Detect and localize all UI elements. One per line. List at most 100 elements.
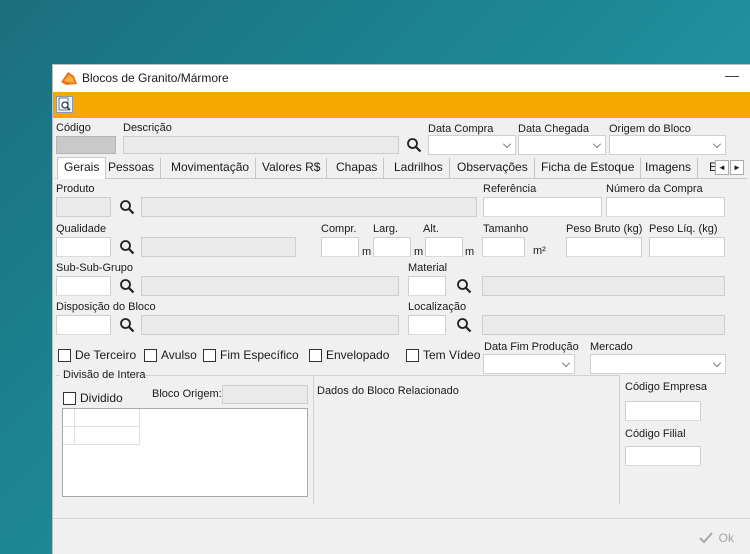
produto-code-field[interactable]: [56, 197, 111, 217]
document-search-icon[interactable]: [56, 96, 73, 113]
search-icon[interactable]: [119, 278, 135, 294]
data-fim-producao-label: Data Fim Produção: [484, 341, 579, 353]
data-chegada-label: Data Chegada: [518, 123, 589, 135]
group-border: [145, 375, 620, 376]
ok-label: Ok: [718, 531, 734, 545]
descricao-label: Descrição: [123, 122, 172, 134]
qualidade-label: Qualidade: [56, 223, 107, 235]
chevron-down-icon: [503, 140, 511, 148]
app-icon: [61, 72, 77, 85]
tamanho-label: Tamanho: [483, 223, 529, 235]
divisao-grid[interactable]: [62, 408, 308, 497]
search-icon[interactable]: [456, 278, 472, 294]
origem-select[interactable]: [609, 135, 726, 155]
envelopado-checkbox[interactable]: Envelopado: [309, 348, 389, 362]
bloco-origem-field[interactable]: [222, 385, 308, 404]
localizacao-desc-field[interactable]: [482, 315, 725, 335]
grid-row-line: [63, 444, 140, 445]
search-icon[interactable]: [456, 317, 472, 333]
tab-movimentacao[interactable]: Movimentação: [165, 158, 257, 178]
search-icon[interactable]: [119, 199, 135, 215]
tab-imagens[interactable]: Imagens: [639, 158, 699, 178]
numero-compra-field[interactable]: [606, 197, 725, 217]
checkbox-box[interactable]: [406, 348, 419, 362]
material-label: Material: [408, 262, 448, 274]
compr-field[interactable]: [321, 237, 359, 257]
tab-ficha-estoque[interactable]: Ficha de Estoque: [535, 158, 642, 178]
peso-liq-label: Peso Líq. (kg): [649, 223, 718, 235]
dados-bloco-label: Dados do Bloco Relacionado: [317, 385, 459, 397]
codigo-field[interactable]: [56, 136, 116, 154]
data-compra-picker[interactable]: [428, 135, 516, 155]
tem-video-checkbox[interactable]: Tem Vídeo: [406, 348, 480, 362]
minimize-button[interactable]: —: [725, 67, 739, 83]
larg-field[interactable]: [373, 237, 411, 257]
title-bar: Blocos de Granito/Mármore —: [53, 65, 750, 92]
mercado-select[interactable]: [590, 354, 726, 374]
descricao-field[interactable]: [123, 136, 399, 154]
fim-especifico-label: Fim Específico: [220, 348, 299, 362]
de-terceiro-label: De Terceiro: [75, 348, 137, 362]
dividido-checkbox[interactable]: Dividido: [63, 391, 123, 405]
search-icon[interactable]: [119, 317, 135, 333]
numero-compra-label: Número da Compra: [606, 183, 703, 195]
group-border: [619, 375, 620, 504]
localizacao-label: Localização: [408, 301, 467, 313]
checkbox-box[interactable]: [203, 348, 216, 362]
envelopado-label: Envelopado: [326, 348, 390, 362]
larg-label: Larg.: [373, 223, 399, 235]
codigo-filial-field[interactable]: [625, 446, 701, 466]
checkbox-box[interactable]: [63, 391, 76, 405]
qualidade-code-field[interactable]: [56, 237, 111, 257]
tamanho-unit: m²: [533, 245, 546, 257]
search-icon[interactable]: [406, 137, 422, 153]
subsubgrupo-desc-field[interactable]: [141, 276, 399, 296]
tab-observacoes[interactable]: Observações: [451, 158, 535, 178]
checkbox-box[interactable]: [309, 348, 322, 362]
tab-scroll-left[interactable]: ◄: [715, 160, 729, 175]
subsubgrupo-code-field[interactable]: [56, 276, 111, 296]
ok-button[interactable]: Ok: [698, 531, 734, 545]
codigo-label: Código: [56, 122, 91, 134]
tab-scroll-right[interactable]: ►: [730, 160, 744, 175]
data-fim-producao-picker[interactable]: [483, 354, 575, 374]
data-compra-label: Data Compra: [428, 123, 494, 135]
tem-video-label: Tem Vídeo: [423, 348, 481, 362]
material-desc-field[interactable]: [482, 276, 725, 296]
group-divider: [313, 375, 314, 504]
search-icon[interactable]: [119, 239, 135, 255]
localizacao-code-field[interactable]: [408, 315, 446, 335]
grid-columns: [63, 409, 140, 445]
peso-bruto-label: Peso Bruto (kg): [566, 223, 643, 235]
footer-separator: [53, 518, 750, 519]
tab-gerais[interactable]: Gerais: [57, 157, 107, 179]
data-chegada-picker[interactable]: [518, 135, 606, 155]
material-code-field[interactable]: [408, 276, 446, 296]
qualidade-desc-field[interactable]: [141, 237, 296, 257]
avulso-checkbox[interactable]: Avulso: [144, 348, 197, 362]
chevron-down-icon: [593, 140, 601, 148]
peso-liq-field[interactable]: [649, 237, 725, 257]
avulso-label: Avulso: [161, 348, 197, 362]
tamanho-field[interactable]: [482, 237, 525, 257]
disposicao-code-field[interactable]: [56, 315, 111, 335]
referencia-field[interactable]: [483, 197, 602, 217]
codigo-empresa-field[interactable]: [625, 401, 701, 421]
de-terceiro-checkbox[interactable]: De Terceiro: [58, 348, 136, 362]
alt-field[interactable]: [425, 237, 463, 257]
disposicao-desc-field[interactable]: [141, 315, 399, 335]
checkbox-box[interactable]: [144, 348, 157, 362]
tab-pessoas[interactable]: Pessoas: [102, 158, 162, 178]
tab-chapas[interactable]: Chapas: [330, 158, 385, 178]
bloco-origem-label: Bloco Origem:: [152, 388, 222, 400]
larg-unit: m: [414, 246, 424, 258]
fim-especifico-checkbox[interactable]: Fim Específico: [203, 348, 299, 362]
checkbox-box[interactable]: [58, 348, 71, 362]
tab-valores[interactable]: Valores R$: [256, 158, 328, 178]
checkmark-icon: [698, 532, 713, 544]
peso-bruto-field[interactable]: [566, 237, 642, 257]
produto-desc-field[interactable]: [141, 197, 477, 217]
origem-label: Origem do Bloco: [609, 123, 691, 135]
tab-ladrilhos[interactable]: Ladrilhos: [388, 158, 450, 178]
dividido-label: Dividido: [80, 391, 123, 405]
